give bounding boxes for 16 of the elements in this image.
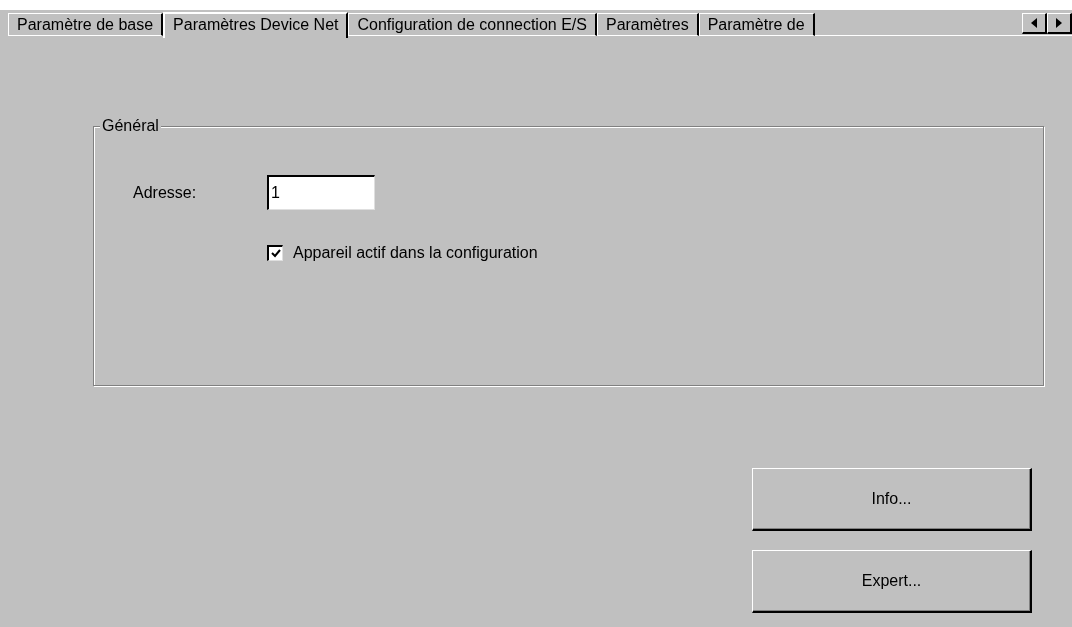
tab[interactable]: Paramètre de (698, 13, 815, 36)
dialog-button[interactable]: Expert... (752, 550, 1032, 613)
scroll-right-button[interactable] (1047, 13, 1072, 34)
tab[interactable]: Configuration de connection E/S (348, 13, 597, 36)
address-label: Adresse: (133, 182, 198, 203)
dialog-button[interactable]: Info... (752, 468, 1032, 531)
checkbox-label: Appareil actif dans la configuration (293, 243, 538, 263)
right-triangle-icon (1056, 18, 1062, 28)
checkmark-icon (270, 249, 281, 258)
checkbox[interactable] (267, 245, 283, 261)
tab[interactable]: Paramètre de base (8, 13, 164, 36)
address-field[interactable]: 1 (267, 175, 375, 210)
scroll-left-button[interactable] (1022, 13, 1047, 34)
tab[interactable]: Paramètres (596, 13, 699, 36)
left-triangle-icon (1031, 18, 1037, 28)
tab[interactable]: Paramètres Device Net (163, 12, 349, 38)
